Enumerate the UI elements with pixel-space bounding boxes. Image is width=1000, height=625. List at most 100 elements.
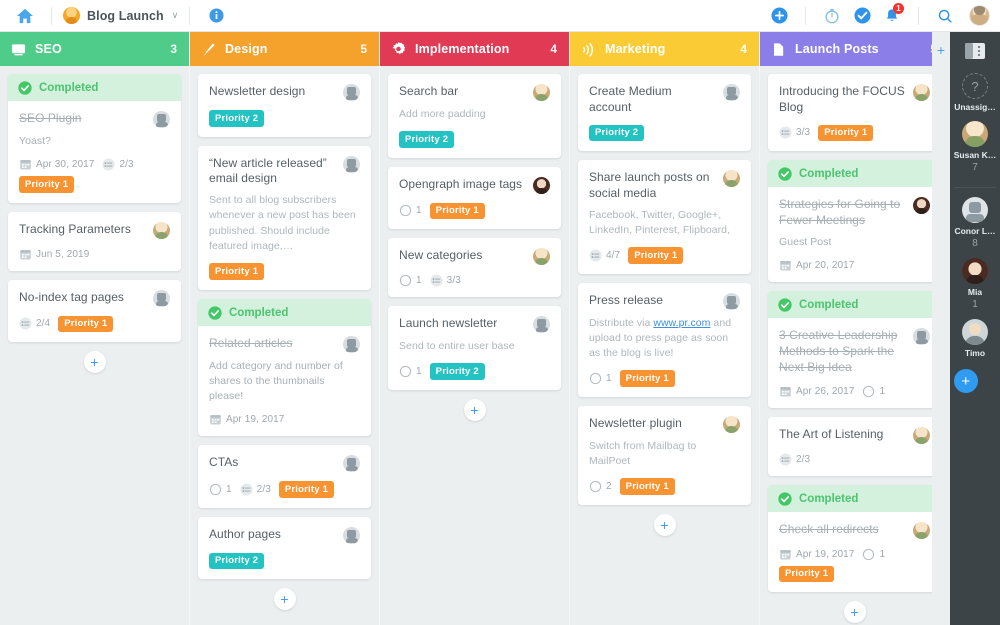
meta-text: 1 [226, 483, 232, 495]
priority-badge[interactable]: Priority 1 [628, 247, 684, 264]
add-card-button[interactable]: + [83, 351, 106, 374]
column-header-design[interactable]: Design 5 [190, 32, 379, 66]
card[interactable]: Search bar Add more padding Priority 2 [388, 74, 561, 158]
priority-badge[interactable]: Priority 1 [278, 481, 335, 498]
priority-badge[interactable]: Priority 1 [209, 263, 265, 280]
card-title: Newsletter design [209, 84, 306, 98]
card-title: Strategies for Going to Fewer Meetings [779, 197, 901, 227]
card-assignee-avatar[interactable] [153, 289, 170, 307]
card[interactable]: New categories 1 3/3 [388, 238, 561, 298]
column-header-seo[interactable]: SEO 3 [0, 32, 189, 66]
card-assignee-avatar[interactable] [533, 248, 550, 266]
card-assignee-avatar[interactable] [913, 197, 930, 215]
card[interactable]: Launch newsletter Send to entire user ba… [388, 306, 561, 390]
card-assignee-avatar[interactable] [343, 526, 360, 544]
megaphone-icon [583, 42, 594, 57]
project-selector[interactable]: Blog Launch ∨ [63, 7, 178, 24]
avatar[interactable] [969, 5, 990, 26]
add-person-button[interactable]: + [953, 369, 978, 393]
card[interactable]: Share launch posts on social media Faceb… [578, 160, 751, 274]
card[interactable]: Tracking Parameters Jun 5, 2019 [8, 211, 181, 271]
add-button[interactable] [764, 3, 794, 29]
card-assignee-avatar[interactable] [913, 328, 930, 346]
priority-badge[interactable]: Priority 1 [818, 124, 874, 142]
info-button[interactable] [201, 3, 231, 29]
person-conor[interactable]: Conor L… 8 [954, 197, 997, 249]
card-assignee-avatar[interactable] [343, 84, 360, 101]
card-assignee-avatar[interactable] [533, 176, 550, 194]
priority-badge[interactable]: Priority 2 [209, 552, 265, 570]
add-card-button[interactable]: + [273, 588, 296, 611]
tasks-button[interactable] [847, 3, 877, 29]
priority-badge[interactable]: Priority 2 [209, 110, 265, 127]
card-meta: Apr 19, 2017 1 Priority 1 [779, 548, 930, 583]
card-title: Newsletter plugin [589, 415, 682, 430]
person-name: Timo [964, 348, 986, 358]
card-assignee-avatar[interactable] [913, 84, 930, 101]
notifications-button[interactable]: 1 [877, 2, 907, 29]
card-assignee-avatar[interactable] [723, 84, 740, 101]
card[interactable]: CTAs 1 2/3 Priority 1 [198, 445, 371, 508]
card[interactable]: Newsletter design Priority 2 [198, 74, 371, 137]
card[interactable]: Opengraph image tags 1 Priority 1 [388, 166, 561, 230]
add-card-button[interactable]: + [653, 513, 676, 536]
home-button[interactable] [10, 3, 40, 29]
card[interactable]: Completed Related articles Add category … [198, 298, 371, 437]
card-assignee-avatar[interactable] [153, 221, 170, 239]
card-body: Newsletter plugin Switch from Mailbag to… [578, 406, 751, 505]
priority-badge[interactable]: Priority 1 [619, 478, 675, 495]
card[interactable]: Completed Strategies for Going to Fewer … [768, 160, 932, 283]
card-assignee-avatar[interactable] [533, 84, 550, 101]
card[interactable]: The Art of Listening 2/3 [768, 416, 932, 476]
card-assignee-avatar[interactable] [723, 292, 740, 310]
column-header-launch-posts[interactable]: Launch Posts 5 [760, 32, 932, 66]
card-assignee-avatar[interactable] [153, 111, 170, 128]
card[interactable]: Author pages Priority 2 [198, 516, 371, 580]
card[interactable]: Newsletter plugin Switch from Mailbag to… [578, 405, 751, 505]
card[interactable]: Completed SEO Plugin Yoast? Apr 30, 2017… [8, 74, 181, 203]
priority-badge[interactable]: Priority 1 [58, 315, 114, 333]
card[interactable]: No-index tag pages 2/4 Priority 1 [8, 279, 181, 343]
search-button[interactable] [930, 3, 960, 29]
card-assignee-avatar[interactable] [723, 415, 740, 433]
card[interactable]: “New article released” email design Sent… [198, 145, 371, 290]
person-task-count: 7 [972, 162, 978, 173]
priority-badge[interactable]: Priority 1 [779, 565, 835, 583]
panel-toggle-button[interactable] [964, 41, 986, 61]
priority-badge[interactable]: Priority 2 [429, 363, 485, 380]
column-header-implementation[interactable]: Implementation 4 [380, 32, 569, 66]
priority-badge[interactable]: Priority 1 [429, 202, 485, 220]
desc-link[interactable]: www.pr.com [653, 317, 710, 329]
card-assignee-avatar[interactable] [723, 170, 740, 188]
priority-badge[interactable]: Priority 2 [589, 124, 645, 142]
card-assignee-avatar[interactable] [913, 521, 930, 539]
add-card-button[interactable]: + [843, 601, 866, 624]
column-header-marketing[interactable]: Marketing 4 [570, 32, 759, 66]
calendar-icon [780, 261, 791, 271]
card[interactable]: Introducing the FOCUS Blog 3/3 Priority … [768, 74, 932, 152]
person-timo[interactable]: Timo [954, 319, 997, 358]
column-count: 3 [170, 42, 177, 56]
add-card-button[interactable]: + [463, 398, 486, 421]
checklist-icon [430, 274, 443, 287]
card-assignee-avatar[interactable] [343, 335, 360, 353]
card-assignee-avatar[interactable] [533, 316, 550, 334]
card-assignee-avatar[interactable] [343, 455, 360, 473]
person-name: Conor L… [954, 226, 996, 236]
card-assignee-avatar[interactable] [343, 155, 360, 173]
card[interactable]: Completed Check all redirects Apr 19, 20… [768, 484, 932, 593]
priority-badge[interactable]: Priority 2 [399, 131, 455, 148]
question-icon: ? [971, 78, 979, 94]
card[interactable]: Create Medium account Priority 2 [578, 74, 751, 152]
add-column-button[interactable]: + [932, 32, 950, 625]
person-mia[interactable]: Mia 1 [954, 258, 997, 310]
person-unassigned[interactable]: ? Unassig… [954, 73, 997, 112]
completed-banner: Completed [768, 484, 932, 512]
card[interactable]: Completed 3 Creative Leadership Methods … [768, 291, 932, 408]
person-susan[interactable]: Susan K… 7 [954, 121, 996, 173]
priority-badge[interactable]: Priority 1 [619, 370, 675, 387]
card[interactable]: Press release Distribute via www.pr.com … [578, 282, 751, 397]
priority-badge[interactable]: Priority 1 [19, 176, 75, 193]
timer-button[interactable] [817, 3, 847, 29]
card-assignee-avatar[interactable] [913, 426, 930, 444]
